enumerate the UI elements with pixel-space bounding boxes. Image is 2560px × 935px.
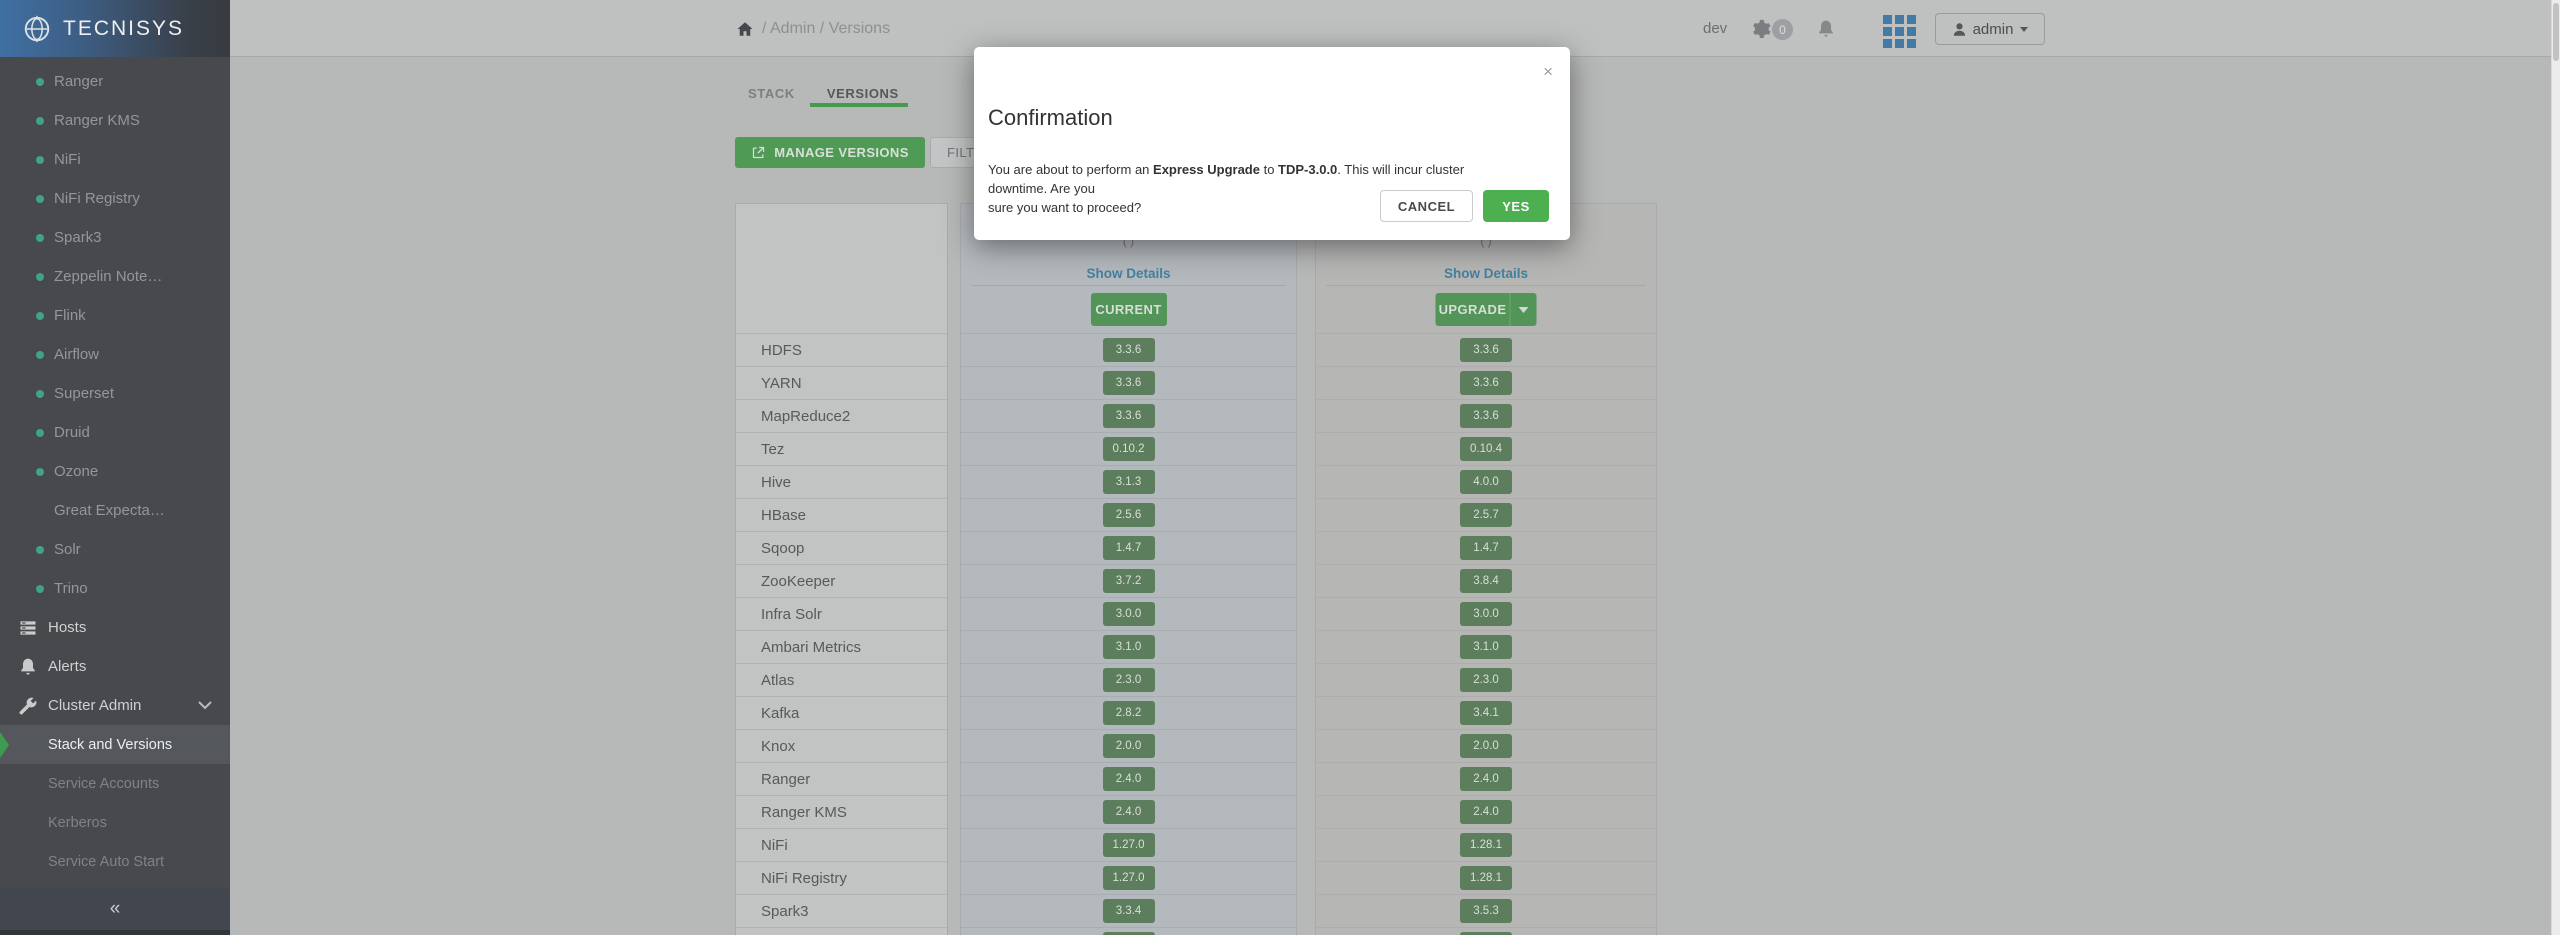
confirmation-dialog: Confirmation × You are about to perform …: [974, 47, 1570, 240]
dialog-title: Confirmation: [988, 105, 1113, 131]
close-icon[interactable]: ×: [1543, 63, 1553, 80]
yes-button[interactable]: YES: [1483, 190, 1549, 222]
cancel-button[interactable]: CANCEL: [1380, 190, 1473, 222]
dialog-footer: CANCEL YES: [1380, 190, 1549, 222]
message-text: sure you want to proceed?: [988, 200, 1141, 215]
message-text: to: [1260, 162, 1278, 177]
message-text: You are about to perform an: [988, 162, 1153, 177]
app-window: / Admin / Versions dev 0 admin STACK VER…: [0, 0, 2560, 935]
message-bold-target-version: TDP-3.0.0: [1278, 162, 1337, 177]
message-bold-upgrade-type: Express Upgrade: [1153, 162, 1260, 177]
